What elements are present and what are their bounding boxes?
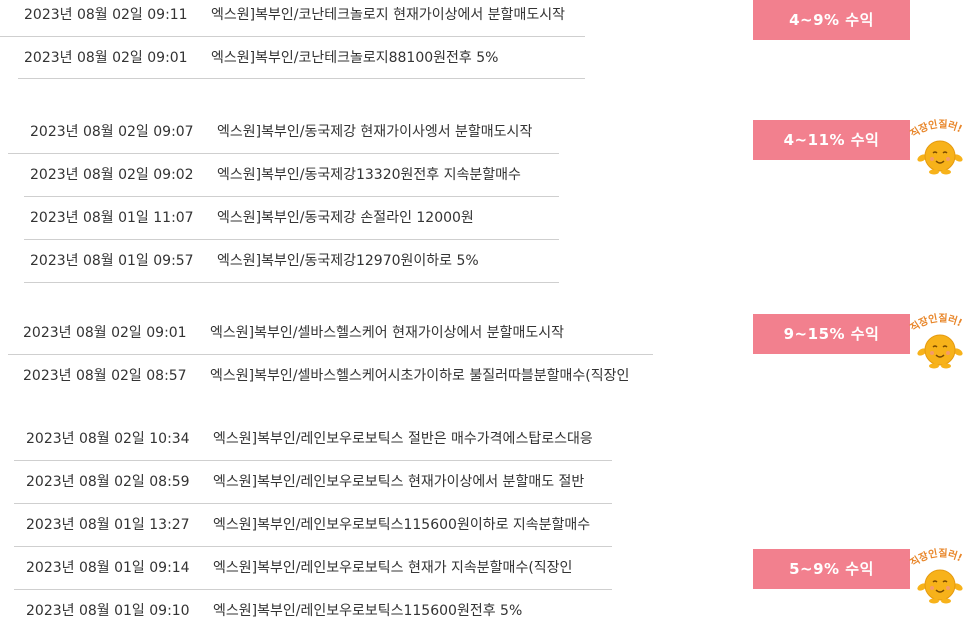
row-date: 2023년 08월 02일 08:57	[23, 368, 187, 384]
list-item[interactable]: 2023년 08월 02일 09:01 엑스원]복부인/코난테크놀로지88100…	[24, 37, 584, 79]
row-title[interactable]: 엑스원]복부인/레인보우로보틱스115600원전후 5%	[213, 590, 522, 632]
list-item[interactable]: 2023년 08월 01일 09:10 엑스원]복부인/레인보우로보틱스1156…	[26, 590, 611, 632]
mascot-icon: 직장인질러!	[908, 117, 964, 175]
row-title[interactable]: 엑스원]복부인/코난테크놀로지 현재가이상에서 분할매도시작	[211, 0, 565, 36]
list-item[interactable]: 2023년 08월 01일 09:57 엑스원]복부인/동국제강12970원이하…	[30, 240, 560, 282]
list-item[interactable]: 2023년 08월 02일 08:59 엑스원]복부인/레인보우로보틱스 현재가…	[26, 461, 611, 503]
mascot-caption: 직장인질러!	[908, 117, 964, 140]
mascot-icon: 직장인질러!	[908, 311, 964, 369]
mascot-caption: 직장인질러!	[908, 546, 964, 569]
row-date: 2023년 08월 02일 09:07	[30, 124, 194, 140]
row-date: 2023년 08월 02일 09:02	[30, 167, 194, 183]
list-item[interactable]: 2023년 08월 02일 09:02 엑스원]복부인/동국제강13320원전후…	[30, 154, 560, 196]
list-item[interactable]: 2023년 08월 02일 09:07 엑스원]복부인/동국제강 현재가이사엥서…	[30, 111, 560, 153]
row-date: 2023년 08월 01일 09:14	[26, 560, 190, 576]
row-date: 2023년 08월 02일 09:11	[24, 7, 188, 23]
row-date: 2023년 08월 01일 13:27	[26, 517, 190, 533]
row-title[interactable]: 엑스원]복부인/동국제강 손절라인 12000원	[217, 197, 474, 239]
row-title[interactable]: 엑스원]복부인/동국제강12970원이하로 5%	[217, 240, 479, 282]
row-date: 2023년 08월 02일 09:01	[24, 50, 188, 66]
mascot-icon: 직장인질러!	[908, 546, 964, 604]
mascot-caption: 직장인질러!	[908, 311, 964, 334]
profit-badge: 9~15% 수익	[753, 314, 910, 354]
list-item[interactable]: 2023년 08월 01일 09:14 엑스원]복부인/레인보우로보틱스 현재가…	[26, 547, 611, 589]
profit-badge: 5~9% 수익	[753, 549, 910, 589]
row-date: 2023년 08월 01일 09:57	[30, 253, 194, 269]
row-title[interactable]: 엑스원]복부인/동국제강 현재가이사엥서 분할매도시작	[217, 111, 532, 153]
row-date: 2023년 08월 01일 11:07	[30, 210, 194, 226]
list-item[interactable]: 2023년 08월 01일 11:07 엑스원]복부인/동국제강 손절라인 12…	[30, 197, 560, 239]
row-title[interactable]: 엑스원]복부인/셀바스헬스케어시초가이하로 불질러따블분할매수(직장인	[210, 355, 629, 397]
list-item[interactable]: 2023년 08월 02일 09:11 엑스원]복부인/코난테크놀로지 현재가이…	[24, 0, 584, 36]
row-title[interactable]: 엑스원]복부인/레인보우로보틱스 절반은 매수가격에스탑로스대응	[213, 418, 593, 460]
list-item[interactable]: 2023년 08월 02일 10:34 엑스원]복부인/레인보우로보틱스 절반은…	[26, 418, 611, 460]
row-title[interactable]: 엑스원]복부인/레인보우로보틱스115600원이하로 지속분할매수	[213, 504, 590, 546]
row-separator	[18, 78, 585, 79]
row-title[interactable]: 엑스원]복부인/동국제강13320원전후 지속분할매수	[217, 154, 521, 196]
row-title[interactable]: 엑스원]복부인/셀바스헬스케어 현재가이상에서 분할매도시작	[210, 312, 564, 354]
row-date: 2023년 08월 02일 09:01	[23, 325, 187, 341]
row-date: 2023년 08월 02일 08:59	[26, 474, 190, 490]
list-item[interactable]: 2023년 08월 02일 08:57 엑스원]복부인/셀바스헬스케어시초가이하…	[23, 355, 653, 397]
row-separator	[24, 282, 559, 283]
list-item[interactable]: 2023년 08월 02일 09:01 엑스원]복부인/셀바스헬스케어 현재가이…	[23, 312, 653, 354]
row-title[interactable]: 엑스원]복부인/레인보우로보틱스 현재가이상에서 분할매도 절반	[213, 461, 584, 503]
row-title[interactable]: 엑스원]복부인/레인보우로보틱스 현재가 지속분할매수(직장인	[213, 547, 572, 589]
row-date: 2023년 08월 02일 10:34	[26, 431, 190, 447]
profit-badge: 4~11% 수익	[753, 120, 910, 160]
row-title[interactable]: 엑스원]복부인/코난테크놀로지88100원전후 5%	[211, 37, 498, 79]
profit-badge: 4~9% 수익	[753, 0, 910, 40]
row-date: 2023년 08월 01일 09:10	[26, 603, 190, 619]
list-item[interactable]: 2023년 08월 01일 13:27 엑스원]복부인/레인보우로보틱스1156…	[26, 504, 611, 546]
